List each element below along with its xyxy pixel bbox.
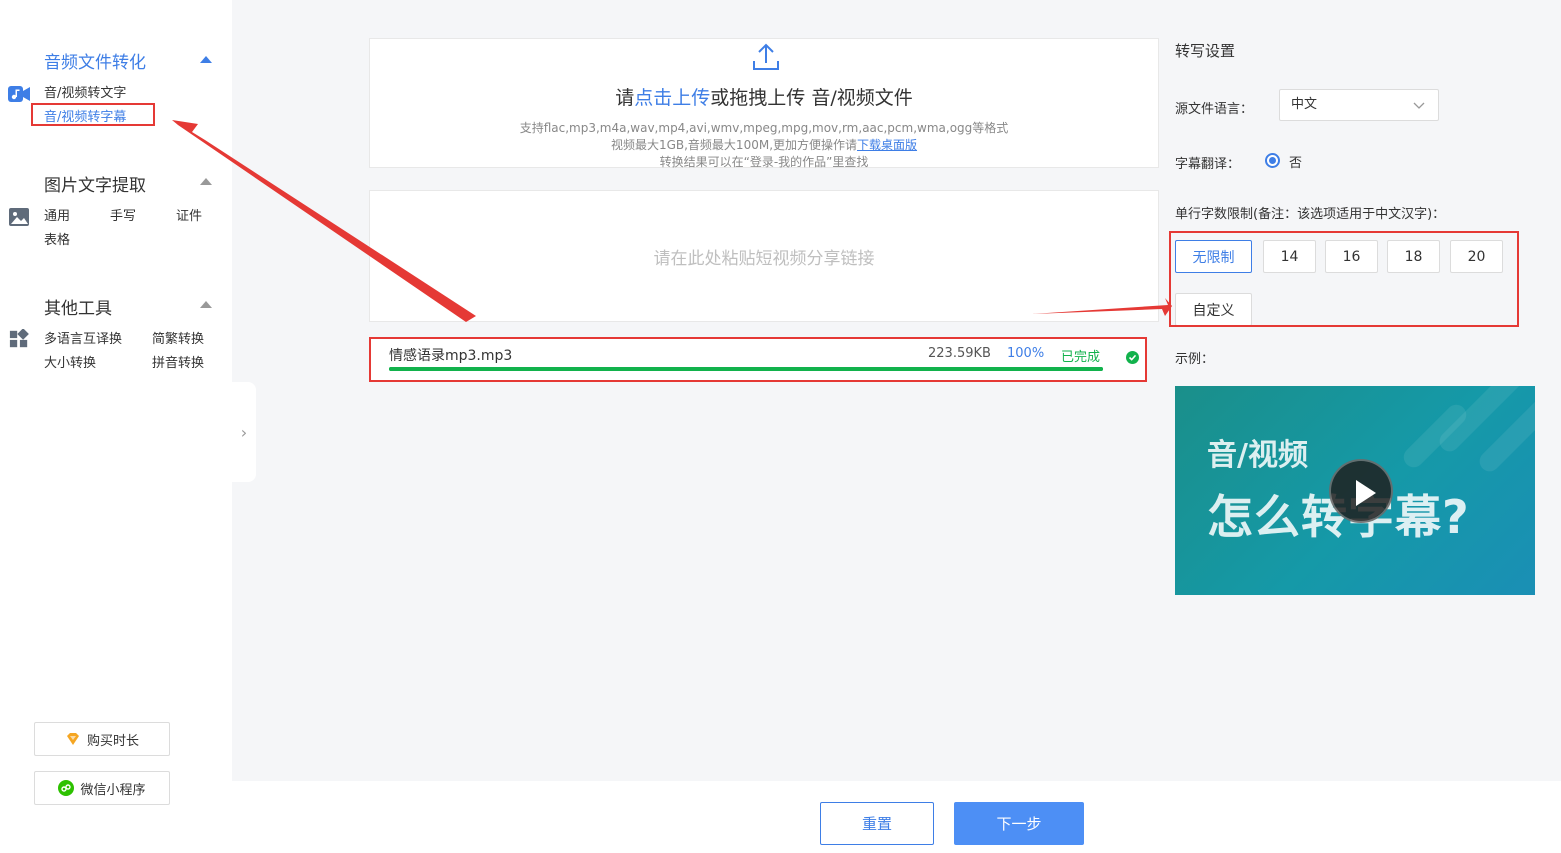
chevron-down-icon (1413, 102, 1425, 109)
sidebar-item-general[interactable]: 通用 (44, 205, 70, 224)
video-title-line1: 音/视频 (1207, 438, 1308, 473)
download-desktop-link[interactable]: 下载桌面版 (857, 138, 917, 152)
example-video[interactable]: 音/视频 怎么转字幕? (1175, 386, 1535, 595)
sidebar-item-table[interactable]: 表格 (44, 229, 70, 248)
upload-title: 请点击上传或拖拽上传 音/视频文件 (370, 83, 1158, 110)
highlight-box-subtitle (31, 103, 155, 126)
upload-title-suffix: 或拖拽上传 音/视频文件 (710, 87, 913, 109)
line-limit-label: 单行字数限制(备注：该选项适用于中文汉字)： (1175, 207, 1446, 222)
source-language-label: 源文件语言： (1175, 102, 1254, 117)
file-name: 情感语录mp3.mp3 (389, 348, 513, 364)
size-limit-label: 视频最大1GB,音频最大100M,更加方便操作请 (610, 138, 858, 152)
wechat-miniprogram-label: 微信小程序 (80, 782, 146, 798)
upload-progress-fill (389, 367, 1103, 371)
sidebar-section-title-tools[interactable]: 其他工具 (44, 294, 112, 319)
collapse-caret-icon[interactable] (200, 301, 212, 308)
file-size: 223.59KB (928, 346, 991, 361)
sidebar-section-title-audio[interactable]: 音频文件转化 (44, 48, 146, 73)
check-circle-icon (1126, 351, 1139, 364)
sidebar-item-id-card[interactable]: 证件 (176, 205, 202, 224)
sidebar-item-av-to-text[interactable]: 音/视频转文字 (44, 82, 126, 101)
tools-grid-icon (9, 329, 29, 348)
highlight-box-limit (1169, 231, 1519, 327)
wechat-miniprogram-button[interactable]: 微信小程序 (34, 771, 170, 805)
sidebar-section-title-image[interactable]: 图片文字提取 (44, 171, 146, 196)
subtitle-translate-label: 字幕翻译： (1175, 157, 1241, 172)
file-status: 已完成 (1061, 350, 1101, 365)
buy-time-button[interactable]: 购买时长 (34, 722, 170, 756)
chevron-right-icon: › (240, 422, 248, 442)
uploaded-file-row: 情感语录mp3.mp3 223.59KB 100% 已完成 (369, 337, 1147, 382)
source-language-value: 中文 (1291, 97, 1318, 112)
sidebar: 音频文件转化 音/视频转文字 音/视频转字幕 图片文字提取 通用 手写 证件 表… (0, 0, 232, 853)
upload-title-prefix: 请 (615, 87, 635, 109)
sidebar-item-pinyin[interactable]: 拼音转换 (152, 352, 204, 371)
settings-title: 转写设置 (1175, 42, 1236, 60)
miniprogram-icon (58, 780, 75, 796)
share-link-input[interactable]: 请在此处粘贴短视频分享链接 (369, 190, 1159, 322)
upload-dropzone[interactable]: 请点击上传或拖拽上传 音/视频文件 支持flac,mp3,m4a,wav,mp4… (369, 38, 1159, 169)
click-upload-link[interactable]: 点击上传 (634, 87, 710, 109)
translate-no-label: 否 (1289, 156, 1303, 171)
sidebar-item-handwriting[interactable]: 手写 (110, 205, 136, 224)
file-percent: 100% (1007, 346, 1045, 361)
sidebar-item-case[interactable]: 大小转换 (44, 352, 96, 371)
image-icon (9, 208, 29, 226)
collapse-caret-icon[interactable] (200, 178, 212, 185)
next-step-button[interactable]: 下一步 (954, 802, 1084, 845)
buy-time-label: 购买时长 (86, 733, 139, 749)
sidebar-item-translate[interactable]: 多语言互译换 (44, 328, 122, 347)
sidebar-item-trad-simp[interactable]: 简繁转换 (152, 328, 204, 347)
example-label: 示例： (1175, 352, 1215, 367)
upload-icon (753, 43, 779, 70)
result-location-text: 转换结果可以在“登录-我的作品”里查找 (659, 155, 869, 169)
size-limit-text: 视频最大1GB,音频最大100M,更加方便操作请下载桌面版 (370, 136, 1158, 153)
audio-video-icon (8, 86, 30, 102)
supported-formats-text: 支持flac,mp3,m4a,wav,mp4,avi,wmv,mpeg,mpg,… (519, 121, 1009, 135)
share-link-placeholder: 请在此处粘贴短视频分享链接 (653, 248, 875, 269)
diamond-icon (66, 733, 79, 745)
source-language-select[interactable]: 中文 (1279, 89, 1439, 121)
play-icon[interactable] (1329, 459, 1393, 523)
upload-progress-bar (389, 367, 1103, 371)
sidebar-toggle[interactable]: › (232, 382, 256, 482)
reset-button[interactable]: 重置 (820, 802, 934, 845)
translate-no-radio[interactable] (1265, 153, 1280, 168)
collapse-caret-icon[interactable] (200, 56, 212, 63)
